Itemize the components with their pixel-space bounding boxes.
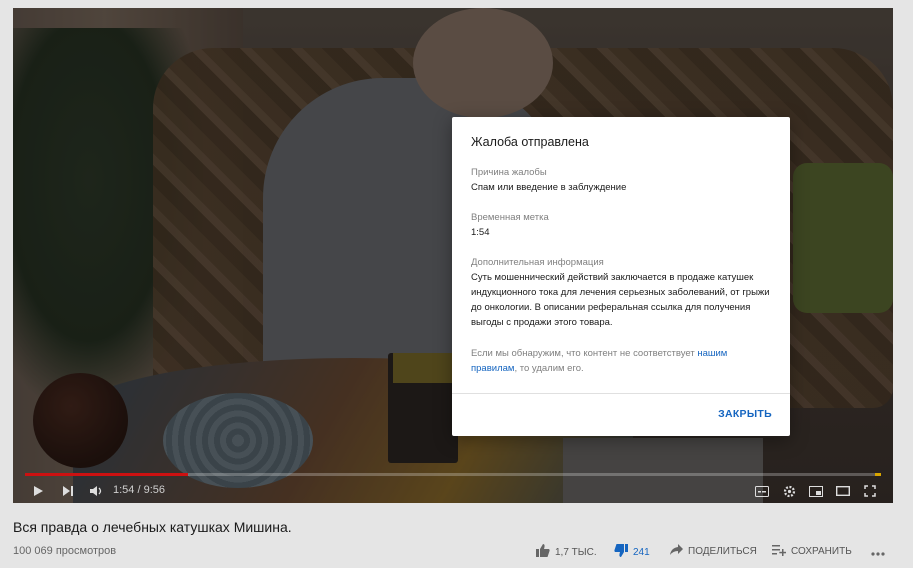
report-confirmation-dialog: Жалоба отправлена Причина жалобы Спам ил… — [452, 117, 790, 436]
progress-ad-marker — [875, 473, 881, 476]
play-icon[interactable] — [29, 482, 47, 500]
miniplayer-icon[interactable] — [807, 482, 825, 500]
timestamp-label: Временная метка — [471, 212, 549, 223]
subtitles-icon[interactable] — [753, 482, 771, 500]
close-button[interactable]: ЗАКРЫТЬ — [718, 408, 772, 420]
share-button[interactable]: ПОДЕЛИТЬСЯ — [670, 544, 757, 559]
details-value: Суть мошеннический действий заключается … — [471, 272, 770, 328]
dislike-icon — [614, 544, 628, 560]
theater-icon[interactable] — [834, 482, 852, 500]
reason-value: Спам или введение в заблуждение — [471, 182, 627, 193]
view-count: 100 069 просмотров — [13, 545, 117, 557]
time-display: 1:54 / 9:56 — [113, 484, 166, 496]
progress-bar[interactable] — [25, 473, 881, 476]
reason-label: Причина жалобы — [471, 167, 547, 178]
like-icon — [536, 544, 550, 560]
save-icon — [772, 544, 787, 559]
like-button[interactable]: 1,7 ТЫС. — [536, 544, 597, 560]
save-button[interactable]: СОХРАНИТЬ — [772, 544, 852, 559]
progress-played — [25, 473, 188, 476]
policy-notice: Если мы обнаружим, что контент не соотве… — [471, 346, 771, 376]
dislike-count: 241 — [633, 546, 650, 558]
next-icon[interactable] — [59, 482, 77, 500]
dialog-title: Жалоба отправлена — [471, 135, 589, 149]
notice-prefix: Если мы обнаружим, что контент не соотве… — [471, 348, 695, 359]
player-controls: 1:54 / 9:56 — [13, 478, 893, 503]
dialog-divider — [452, 393, 790, 394]
share-icon — [670, 544, 683, 559]
video-title: Вся правда о лечебных катушках Мишина. — [13, 519, 292, 535]
details-label: Дополнительная информация — [471, 257, 604, 268]
share-label: ПОДЕЛИТЬСЯ — [688, 546, 757, 557]
volume-icon[interactable] — [87, 482, 105, 500]
more-actions-button[interactable] — [871, 544, 885, 559]
settings-icon[interactable] — [780, 482, 798, 500]
dislike-button[interactable]: 241 — [614, 544, 650, 560]
fullscreen-icon[interactable] — [861, 482, 879, 500]
like-count: 1,7 ТЫС. — [555, 546, 597, 558]
timestamp-value: 1:54 — [471, 227, 490, 238]
save-label: СОХРАНИТЬ — [791, 546, 852, 557]
notice-suffix: , то удалим его. — [514, 363, 584, 374]
more-icon — [871, 544, 885, 559]
